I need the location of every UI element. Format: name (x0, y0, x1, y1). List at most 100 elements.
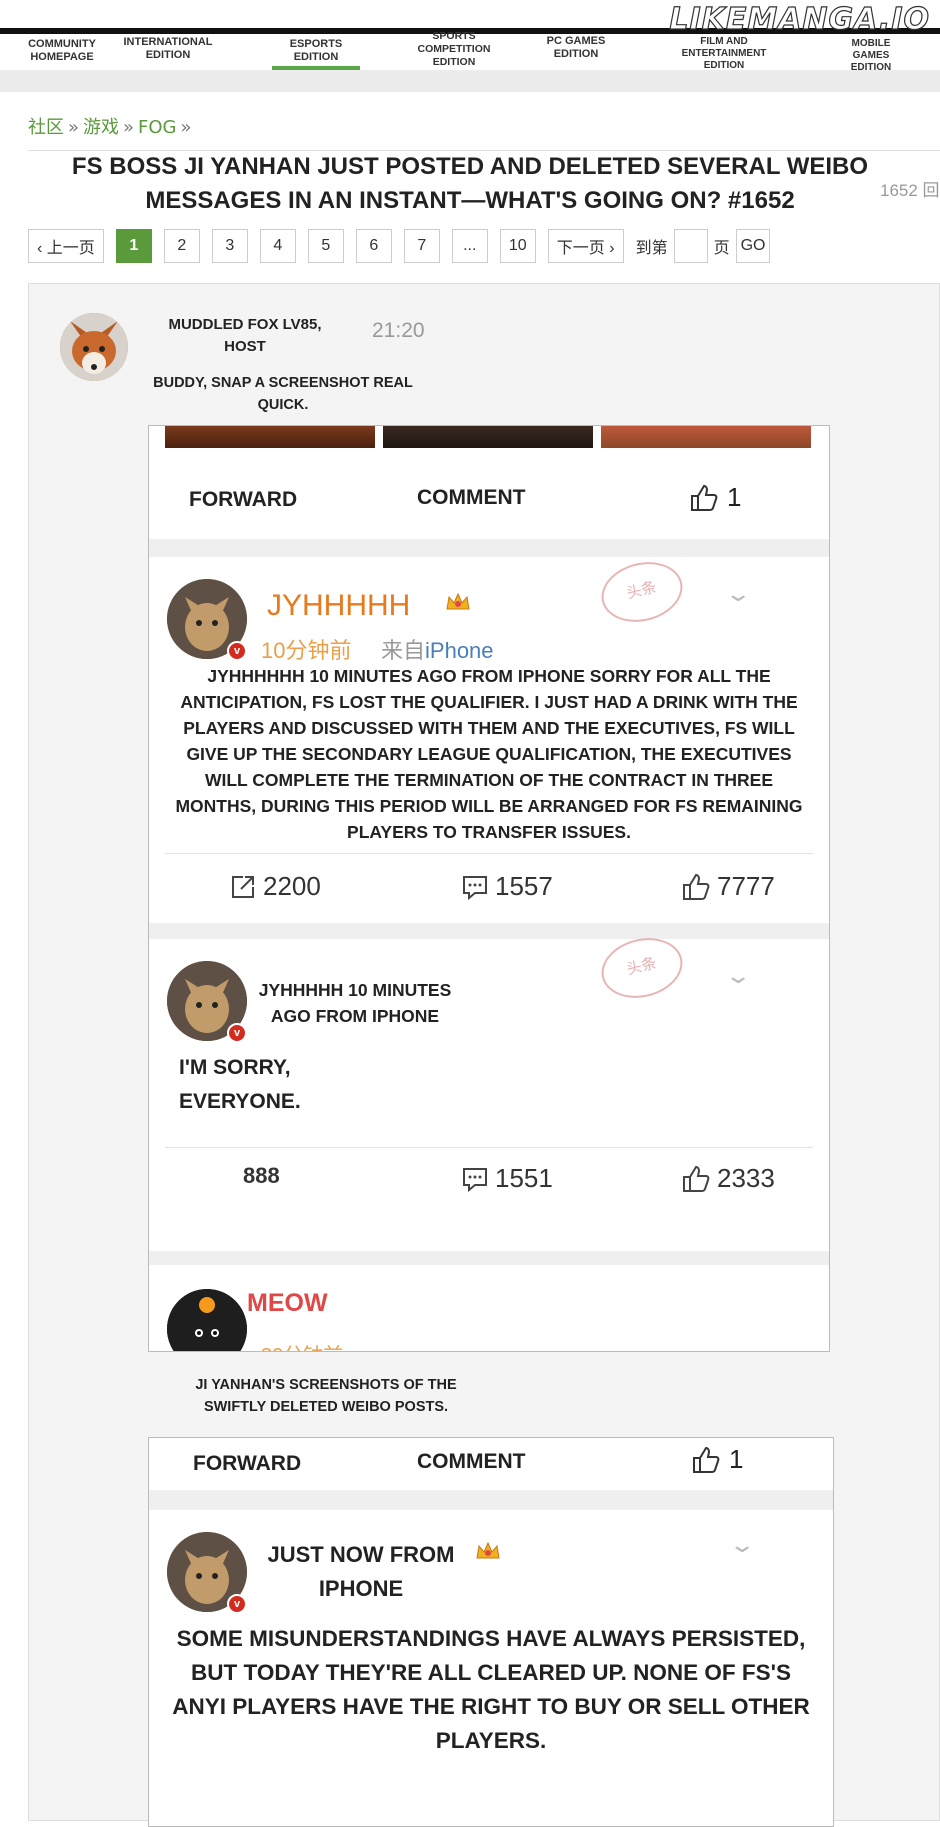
weibo-text: I'M SORRY, EVERYONE. (179, 1056, 301, 1113)
thumbs-up-icon (683, 1165, 710, 1192)
comment-count: 1551 (495, 1163, 553, 1193)
comment-count: 1557 (495, 871, 553, 901)
post-caption: JI YANHAN'S SCREENSHOTS OF THE SWIFTLY D… (195, 1377, 457, 1415)
comment-icon (463, 875, 487, 900)
repost-count: 2200 (263, 871, 321, 901)
chevron-down-icon[interactable]: ⌄ (724, 581, 752, 607)
thumbs-up-icon (683, 873, 710, 900)
weibo-screenshot-1: FORWARD COMMENT 1 v JYHHHHH 10分钟前 来自iPho… (148, 425, 830, 1352)
prev-page-button[interactable]: ‹ 上一页 (28, 229, 104, 263)
like-button[interactable]: 1 (689, 482, 741, 513)
repost-count: 888 (243, 1163, 280, 1188)
like-button[interactable]: 1 (691, 1444, 743, 1475)
action-bar: FORWARD COMMENT 1 (149, 1438, 833, 1490)
page-button-2[interactable]: 2 (163, 229, 200, 263)
forward-button[interactable]: FORWARD (193, 1452, 301, 1476)
weibo-time: 30分钟前 (261, 1339, 343, 1351)
breadcrumb-item-fog[interactable]: FOG (138, 117, 176, 138)
weibo-text: SOME MISUNDERSTANDINGS HAVE ALWAYS PERSI… (172, 1626, 810, 1753)
crown-icon (446, 592, 470, 610)
headline-stamp: 头条 (595, 553, 689, 631)
next-page-button[interactable]: 下一页 › (547, 229, 624, 263)
weibo-stats: 2200 1557 7777 (149, 857, 829, 917)
page-button-4[interactable]: 4 (259, 229, 296, 263)
image-strip (601, 426, 811, 448)
gap (149, 1490, 833, 1510)
nav-item-pc-games-edition[interactable]: PC Games Edition (536, 35, 616, 61)
goto-label: 到第 (635, 240, 668, 257)
nav-item-sports-competition-edition[interactable]: Sports Competition Edition (404, 30, 504, 69)
gap (149, 539, 829, 557)
chevron-down-icon[interactable]: ⌄ (728, 1532, 756, 1558)
image-strip (383, 426, 593, 448)
weibo-text: JYHHHHHH 10 MINUTES AGO FROM IPHONE SORR… (175, 666, 803, 842)
go-button[interactable]: GO (735, 229, 771, 263)
fox-avatar-icon[interactable] (60, 313, 128, 381)
like-count: 1 (727, 482, 742, 512)
weibo-meta: JUST NOW FROM IPHONE (267, 1542, 455, 1601)
divider (165, 1147, 813, 1148)
nav-item-mobile-games-edition[interactable]: Mobile Games Edition (840, 38, 902, 74)
watermark: LIKEMANGA.IO (669, 1, 930, 37)
comment-stat[interactable]: 1551 (461, 1163, 553, 1194)
page-button-10[interactable]: 10 (499, 229, 536, 263)
comment-stat[interactable]: 1557 (461, 871, 553, 902)
reply-count: 1652 回 (880, 181, 940, 200)
goto-page-input[interactable] (673, 229, 708, 263)
weibo-username[interactable]: MEOW (247, 1289, 328, 1318)
post-text: BUDDY, SNAP A SCREENSHOT REAL QUICK. (153, 375, 413, 413)
weibo-time: 10分钟前 (261, 638, 352, 663)
forward-button[interactable]: FORWARD (189, 488, 297, 512)
repost-stat[interactable]: 2200 (229, 871, 321, 902)
nav-item-international-edition[interactable]: International Edition (112, 36, 224, 62)
weibo-stats: 888 1551 2333 (149, 1149, 829, 1209)
page-ellipsis: ... (451, 229, 488, 263)
nav-item-film-entertainment-edition[interactable]: Film and Entertainment Edition (672, 36, 776, 72)
gap (149, 1251, 829, 1265)
thread-title: FS BOSS JI YANHAN JUST POSTED AND DELETE… (71, 153, 869, 214)
crown-icon (476, 1541, 500, 1559)
weibo-screenshot-2: FORWARD COMMENT 1 v JUST NOW FROM IPHONE… (148, 1437, 834, 1827)
thumbs-up-icon (693, 1446, 720, 1473)
page-button-1[interactable]: 1 (115, 229, 152, 263)
black-cat-avatar-icon[interactable] (167, 1289, 247, 1351)
weibo-username[interactable]: JYHHHHH (267, 589, 410, 623)
page-button-7[interactable]: 7 (403, 229, 440, 263)
source-device: iPhone (425, 638, 494, 663)
breadcrumb-separator: » (123, 117, 135, 138)
breadcrumb-separator: » (180, 117, 192, 138)
breadcrumb: 社区» 游戏» FOG» (28, 113, 196, 139)
weibo-post-1: v JYHHHHH 10分钟前 来自iPhone 头条 ⌄ JYHHHHHH 1… (149, 553, 829, 917)
weibo-post-2: v JYHHHHH 10 MINUTES AGO FROM IPHONE 头条 … (149, 929, 829, 1201)
like-stat[interactable]: 7777 (681, 871, 775, 902)
comment-icon (463, 1167, 487, 1192)
headline-stamp: 头条 (595, 929, 689, 1007)
like-stat[interactable]: 2333 (681, 1163, 775, 1194)
page-button-5[interactable]: 5 (307, 229, 344, 263)
source-prefix: 来自 (381, 638, 426, 663)
breadcrumb-item-games[interactable]: 游戏 (83, 117, 119, 138)
weibo-post: v JUST NOW FROM IPHONE ⌄ SOME MISUNDERST… (149, 1510, 833, 1826)
weibo-source: 来自iPhone (381, 633, 494, 665)
comment-button[interactable]: COMMENT (417, 486, 526, 510)
like-count: 7777 (717, 871, 775, 901)
post-time: 21:20 (372, 319, 425, 342)
pagination: ‹ 上一页 1 2 3 4 5 6 7 ... 10 下一页 › 到第 页 GO (28, 229, 782, 263)
action-bar: FORWARD COMMENT 1 (149, 468, 829, 538)
breadcrumb-item-community[interactable]: 社区 (28, 117, 64, 138)
share-icon (232, 875, 254, 898)
page-button-3[interactable]: 3 (211, 229, 248, 263)
comment-button[interactable]: COMMENT (417, 1450, 526, 1474)
post-author[interactable]: MUDDLED FOX LV85, HOST (152, 314, 338, 358)
nav-item-community-homepage[interactable]: Community Homepage (20, 38, 104, 64)
nav-item-esports-edition[interactable]: Esports Edition (272, 38, 360, 70)
chevron-down-icon[interactable]: ⌄ (724, 963, 752, 989)
divider (165, 853, 813, 854)
weibo-meta: JYHHHHH 10 MINUTES AGO FROM IPHONE (258, 980, 452, 1026)
repost-stat[interactable]: 888 (243, 1163, 280, 1189)
verified-badge-icon: v (227, 641, 247, 661)
weibo-post-3: MEOW 30分钟前 (149, 1265, 829, 1351)
page-button-6[interactable]: 6 (355, 229, 392, 263)
verified-badge-icon: v (227, 1023, 247, 1043)
image-strip (165, 426, 375, 448)
